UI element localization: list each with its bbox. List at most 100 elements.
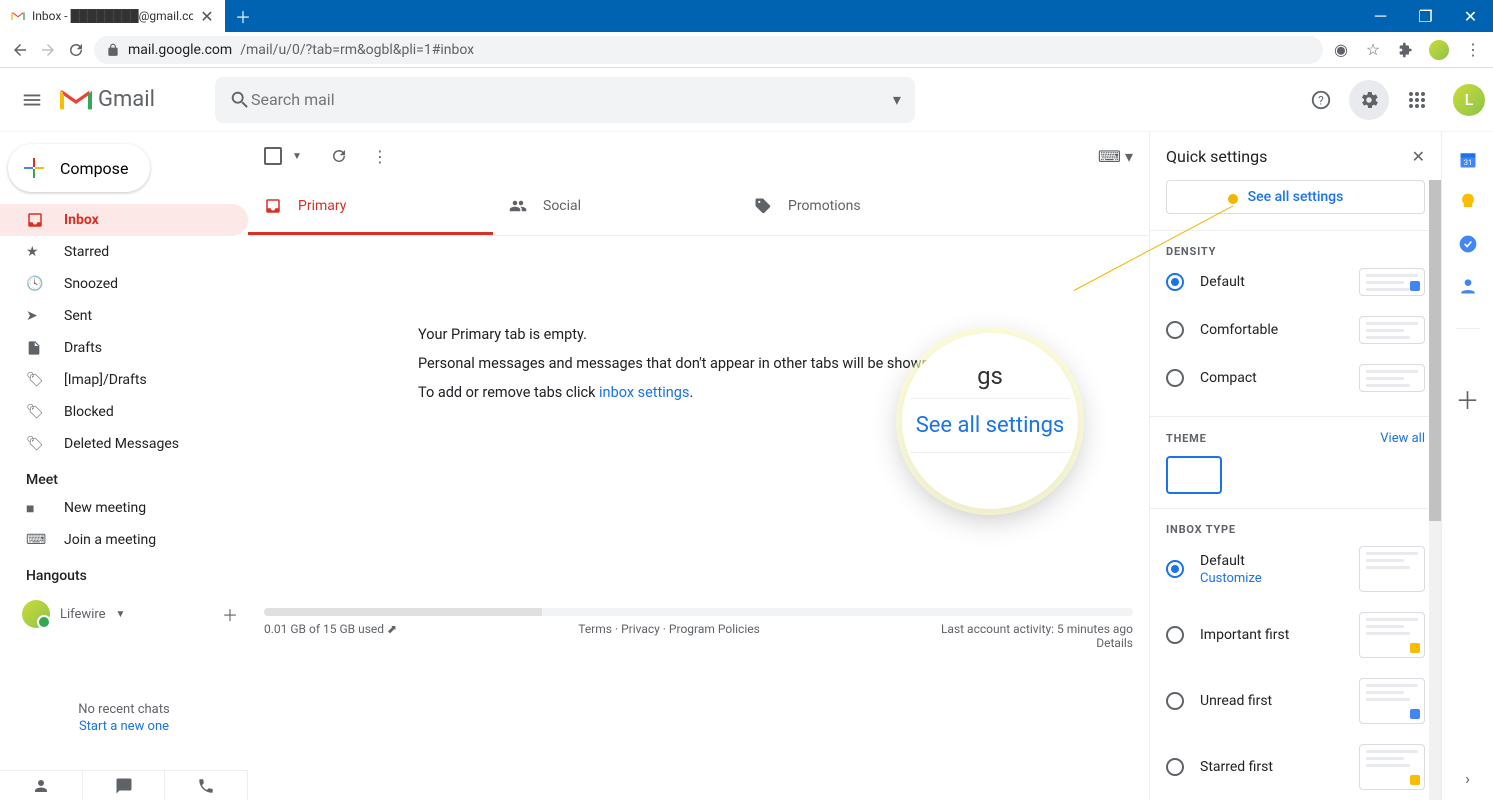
tasks-icon[interactable] [1458, 234, 1478, 254]
hangouts-user[interactable]: Lifewire ▼ ＋ [0, 588, 248, 632]
url-host: mail.google.com [128, 42, 232, 58]
browser-menu-icon[interactable]: ⋮ [1463, 40, 1483, 60]
side-panel: 31 ＋ › [1441, 132, 1493, 800]
details-link[interactable]: Details [1096, 636, 1133, 650]
eye-icon[interactable]: ◉ [1331, 40, 1351, 60]
hangouts-contacts-icon[interactable] [0, 771, 83, 800]
close-panel-icon[interactable]: ✕ [1412, 147, 1425, 166]
panel-scrollbar[interactable] [1429, 180, 1441, 800]
theme-heading: THEME [1166, 432, 1207, 445]
policies-link[interactable]: Program Policies [669, 622, 760, 636]
keep-icon[interactable] [1458, 192, 1478, 212]
minimize-button[interactable]: ─ [1358, 0, 1403, 32]
search-box[interactable]: ▾ [215, 77, 915, 123]
select-all-checkbox[interactable] [264, 147, 282, 165]
collapse-panel-icon[interactable]: › [1465, 769, 1470, 788]
extensions-icon[interactable] [1395, 40, 1415, 60]
new-tab-button[interactable]: ＋ [229, 2, 257, 30]
gmail-logo-text: Gmail [98, 87, 155, 112]
window-controls: ─ ❐ ✕ [1358, 0, 1493, 32]
refresh-icon[interactable] [330, 147, 348, 165]
more-icon[interactable]: ⋮ [372, 147, 388, 166]
new-meeting[interactable]: ■New meeting [0, 492, 248, 524]
sidebar: Compose Inbox ★Starred 🕓Snoozed ➤Sent Dr… [0, 132, 248, 800]
inbox-type-unread[interactable]: Unread first [1166, 668, 1425, 734]
browser-profile-avatar[interactable] [1427, 38, 1451, 62]
tab-promotions[interactable]: Promotions [738, 180, 983, 235]
select-dropdown-icon[interactable]: ▼ [292, 151, 302, 162]
address-bar[interactable]: mail.google.com/mail/u/0/?tab=rm&ogbl&pl… [94, 36, 1323, 64]
support-icon[interactable]: ? [1301, 80, 1341, 120]
sidebar-item-inbox[interactable]: Inbox [0, 204, 248, 236]
tab-social[interactable]: Social [493, 180, 738, 235]
hangouts-chat-icon[interactable] [83, 771, 166, 800]
contacts-icon[interactable] [1458, 276, 1478, 296]
input-tools-icon[interactable]: ⌨ ▾ [1098, 147, 1133, 166]
radio-icon [1166, 369, 1184, 387]
search-input[interactable] [251, 90, 893, 109]
theme-thumbnail[interactable] [1166, 456, 1222, 494]
calendar-icon[interactable]: 31 [1458, 150, 1478, 170]
close-window-button[interactable]: ✕ [1448, 0, 1493, 32]
see-all-settings-button[interactable]: See all settings [1166, 180, 1425, 214]
forward-button[interactable] [38, 40, 58, 60]
inbox-type-starred[interactable]: Starred first [1166, 734, 1425, 790]
tab-primary[interactable]: Primary [248, 180, 493, 235]
hangouts-phone-icon[interactable] [165, 771, 248, 800]
maximize-button[interactable]: ❐ [1403, 0, 1448, 32]
sidebar-item-drafts[interactable]: Drafts [0, 332, 248, 364]
radio-icon [1166, 626, 1184, 644]
sidebar-item-imap-drafts[interactable]: 🏷[Imap]/Drafts [0, 364, 248, 396]
people-icon [509, 197, 527, 215]
join-meeting[interactable]: ⌨Join a meeting [0, 524, 248, 556]
compose-button[interactable]: Compose [8, 144, 150, 192]
new-chat-icon[interactable]: ＋ [212, 596, 248, 632]
open-icon[interactable]: ⬈ [387, 622, 397, 636]
browser-toolbar: mail.google.com/mail/u/0/?tab=rm&ogbl&pl… [0, 32, 1493, 68]
settings-icon[interactable] [1349, 80, 1389, 120]
start-chat-link[interactable]: Start a new one [0, 719, 248, 734]
view-all-themes[interactable]: View all [1380, 431, 1425, 446]
density-compact[interactable]: Compact [1166, 354, 1425, 402]
radio-on-icon [1166, 273, 1184, 291]
terms-link[interactable]: Terms [578, 622, 612, 636]
radio-on-icon [1166, 560, 1184, 578]
sidebar-item-blocked[interactable]: 🏷Blocked [0, 396, 248, 428]
category-tabs: Primary Social Promotions [248, 180, 1149, 236]
star-url-icon[interactable]: ☆ [1363, 40, 1383, 60]
close-tab-icon[interactable]: ✕ [199, 8, 215, 24]
density-comfortable[interactable]: Comfortable [1166, 306, 1425, 354]
tag-icon [754, 197, 772, 215]
svg-text:31: 31 [1463, 158, 1471, 167]
inbox-type-important[interactable]: Important first [1166, 602, 1425, 668]
search-options-icon[interactable]: ▾ [893, 90, 901, 109]
sidebar-item-sent[interactable]: ➤Sent [0, 300, 248, 332]
gmail-logo[interactable]: Gmail [56, 87, 155, 112]
back-button[interactable] [10, 40, 30, 60]
reload-button[interactable] [66, 40, 86, 60]
sidebar-item-deleted[interactable]: 🏷Deleted Messages [0, 428, 248, 460]
hangouts-tabs [0, 770, 248, 800]
tab-title: Inbox - ████████@gmail.com [32, 9, 193, 23]
inbox-settings-link[interactable]: inbox settings [599, 384, 689, 401]
svg-text:?: ? [1318, 93, 1324, 107]
sidebar-item-snoozed[interactable]: 🕓Snoozed [0, 268, 248, 300]
compose-plus-icon [22, 156, 46, 180]
sidebar-item-starred[interactable]: ★Starred [0, 236, 248, 268]
apps-icon[interactable] [1397, 80, 1437, 120]
magnified-see-all-settings: See all settings [910, 398, 1070, 453]
inbox-icon [26, 211, 46, 229]
clock-icon: 🕓 [26, 276, 46, 292]
inbox-type-default[interactable]: DefaultCustomize [1166, 536, 1425, 602]
density-default[interactable]: Default [1166, 258, 1425, 306]
add-addon-icon[interactable]: ＋ [1456, 381, 1480, 416]
account-avatar[interactable]: L [1453, 84, 1485, 116]
main-menu-icon[interactable] [8, 76, 56, 124]
hangouts-heading: Hangouts [0, 556, 248, 588]
keyboard-icon: ⌨ [26, 532, 46, 548]
browser-tab[interactable]: Inbox - ████████@gmail.com ✕ [0, 0, 225, 32]
customize-link[interactable]: Customize [1200, 571, 1262, 586]
compose-label: Compose [60, 159, 128, 178]
gmail-header: Gmail ▾ ? L [0, 68, 1493, 132]
privacy-link[interactable]: Privacy [621, 622, 660, 636]
